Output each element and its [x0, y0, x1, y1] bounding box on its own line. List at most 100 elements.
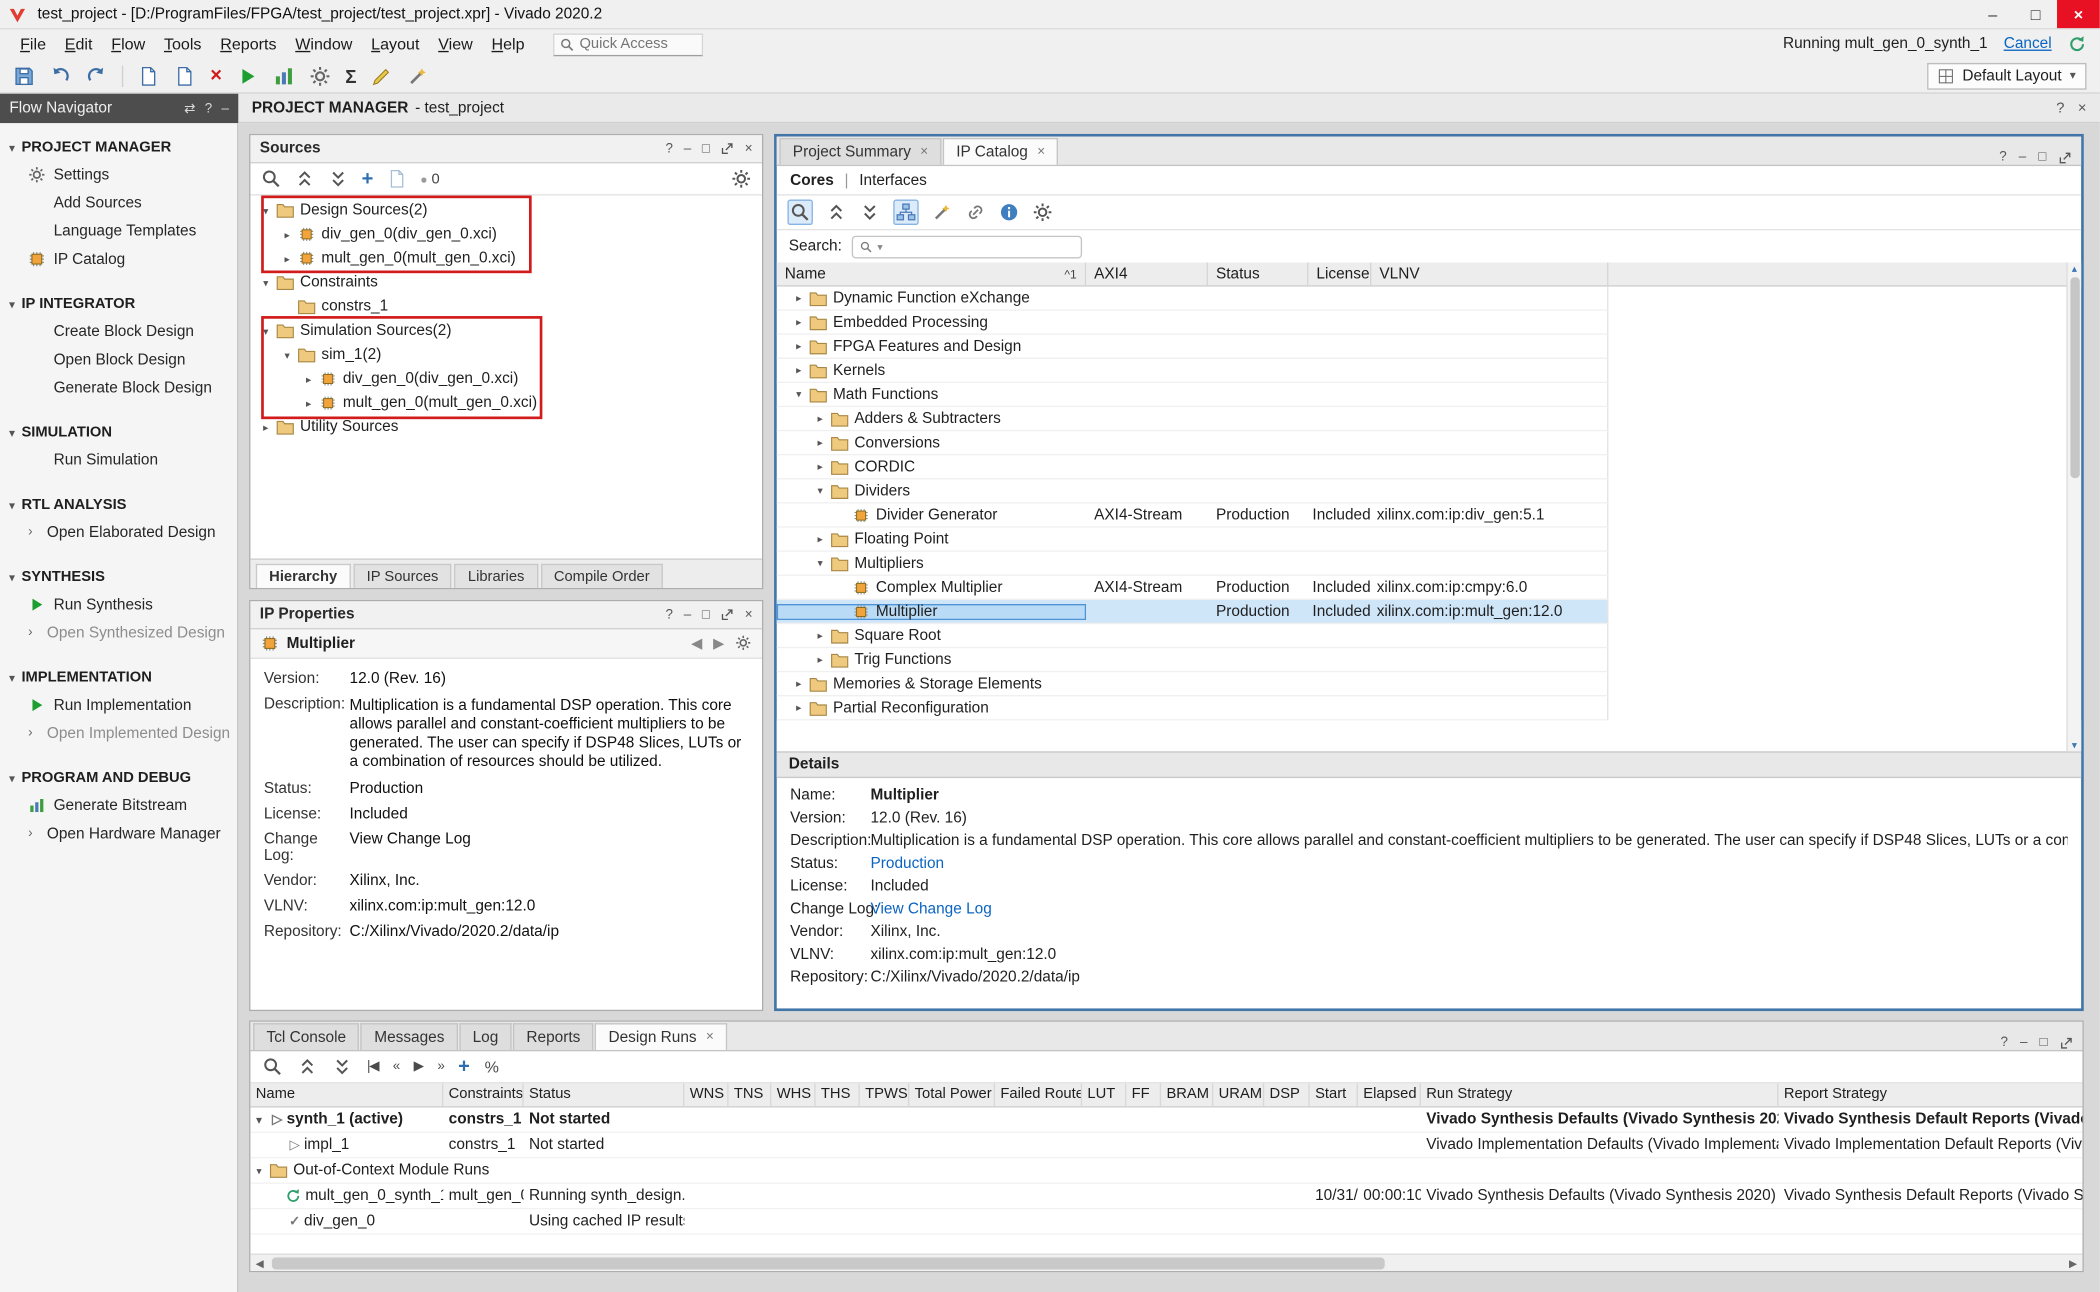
flownav-header-ip-integrator[interactable]: ▾ IP INTEGRATOR	[0, 291, 237, 318]
flownav-header-implementation[interactable]: ▾ IMPLEMENTATION	[0, 664, 237, 691]
info-icon[interactable]	[999, 202, 1019, 222]
subtab-cores[interactable]: Cores	[790, 172, 834, 188]
chevron-down-icon[interactable]: ▾	[279, 349, 296, 361]
flownav-item-run-simulation[interactable]: Run Simulation	[0, 446, 237, 474]
run-steps-icon[interactable]	[273, 65, 294, 86]
scrollbar-thumb[interactable]	[272, 1257, 1385, 1269]
tab-libraries[interactable]: Libraries	[454, 564, 537, 588]
float-icon[interactable]	[2058, 151, 2071, 164]
chevron-right-icon[interactable]: ▸	[812, 437, 829, 449]
cancel-link[interactable]: Cancel	[2004, 36, 2052, 52]
flownav-item-open-block-design[interactable]: Open Block Design	[0, 346, 237, 374]
minimize-icon[interactable]: –	[684, 141, 691, 156]
flownav-header-synthesis[interactable]: ▾ SYNTHESIS	[0, 564, 237, 591]
catalog-vertical-scrollbar[interactable]: ▴ ▾	[2066, 262, 2081, 751]
column-status[interactable]: Status	[524, 1083, 685, 1106]
tree-row-simulation-sources[interactable]: ▾ Simulation Sources (2)	[250, 319, 762, 343]
resume-run-icon[interactable]: ▶	[414, 1059, 423, 1074]
menu-help[interactable]: Help	[482, 32, 534, 56]
tree-row-div-gen-0[interactable]: ▸ div_gen_0 (div_gen_0.xci)	[250, 222, 762, 246]
chevron-right-icon[interactable]: ▸	[812, 412, 829, 424]
catalog-row[interactable]: ▸Trig Functions	[777, 648, 1609, 672]
gear-icon[interactable]	[731, 169, 751, 189]
tab-design-runs[interactable]: Design Runs ×	[595, 1023, 727, 1050]
run-row-ooc-module-runs[interactable]: ▾ Out-of-Context Module Runs	[250, 1158, 2082, 1183]
column-tpws[interactable]: TPWS	[860, 1083, 910, 1106]
flownav-item-open-implemented-design[interactable]: › Open Implemented Design	[0, 719, 237, 747]
flownav-item-settings[interactable]: Settings	[0, 161, 237, 189]
maximize-icon[interactable]: □	[702, 141, 710, 156]
catalog-row[interactable]: ▸Dynamic Function eXchange	[777, 287, 1609, 311]
close-icon[interactable]: ×	[706, 1030, 714, 1045]
close-icon[interactable]: ×	[1037, 145, 1045, 160]
save-project-icon[interactable]	[13, 65, 34, 86]
column-ths[interactable]: THS	[816, 1083, 860, 1106]
float-icon[interactable]	[2060, 1036, 2073, 1049]
flownav-item-open-synthesized-design[interactable]: › Open Synthesized Design	[0, 619, 237, 647]
help-icon[interactable]: ?	[2001, 1035, 2008, 1050]
tree-row-sim-mult-gen-0[interactable]: ▸ mult_gen_0 (mult_gen_0.xci)	[250, 391, 762, 415]
gear-icon[interactable]	[309, 65, 330, 86]
catalog-row[interactable]: ▸Conversions	[777, 431, 1609, 455]
menu-view[interactable]: View	[429, 32, 482, 56]
tree-row-utility-sources[interactable]: ▸ Utility Sources	[250, 415, 762, 439]
tab-reports[interactable]: Reports	[513, 1023, 594, 1050]
catalog-row[interactable]: ▸Adders & Subtracters	[777, 407, 1609, 431]
flownav-item-run-implementation[interactable]: Run Implementation	[0, 691, 237, 719]
chevron-right-icon[interactable]: ▸	[257, 421, 274, 433]
chevron-down-icon[interactable]: ▾	[257, 277, 274, 289]
maximize-icon[interactable]: □	[702, 607, 710, 622]
chevron-right-icon[interactable]: ▸	[812, 461, 829, 473]
tree-row-constrs-1[interactable]: constrs_1	[250, 295, 762, 319]
subtab-interfaces[interactable]: Interfaces	[859, 172, 927, 188]
column-name[interactable]: Name	[250, 1083, 443, 1106]
search-icon[interactable]	[790, 202, 810, 222]
close-icon[interactable]: ×	[745, 607, 753, 622]
previous-run-icon[interactable]: «	[393, 1059, 399, 1074]
menu-window[interactable]: Window	[286, 32, 362, 56]
chevron-down-icon[interactable]: ▾	[812, 557, 829, 569]
status-link[interactable]: Production	[350, 781, 424, 797]
redo-icon[interactable]	[86, 65, 107, 86]
flownav-item-run-synthesis[interactable]: Run Synthesis	[0, 591, 237, 619]
column-whs[interactable]: WHS	[771, 1083, 815, 1106]
report-icon[interactable]	[174, 65, 195, 86]
chevron-right-icon[interactable]: ▸	[300, 397, 317, 409]
chevron-down-icon[interactable]: ▾	[250, 1164, 267, 1176]
chevron-right-icon[interactable]: ›	[28, 525, 39, 540]
close-icon[interactable]: ×	[920, 145, 928, 160]
run-icon[interactable]	[237, 65, 258, 86]
chevron-right-icon[interactable]: ›	[28, 826, 39, 841]
chevron-right-icon[interactable]: ▸	[279, 252, 296, 264]
column-failed-routes[interactable]: Failed Routes	[995, 1083, 1082, 1106]
column-constraints[interactable]: Constraints	[443, 1083, 523, 1106]
flownav-item-open-hardware-manager[interactable]: › Open Hardware Manager	[0, 820, 237, 848]
catalog-row[interactable]: ▸Partial Reconfiguration	[777, 696, 1609, 720]
collapse-all-icon[interactable]	[297, 1057, 317, 1077]
add-sources-icon[interactable]: +	[362, 171, 374, 187]
menu-tools[interactable]: Tools	[155, 32, 211, 56]
tab-ip-sources[interactable]: IP Sources	[353, 564, 452, 588]
column-total-power[interactable]: Total Power	[909, 1083, 995, 1106]
maximize-icon[interactable]: □	[2038, 150, 2046, 165]
expand-all-icon[interactable]	[860, 202, 880, 222]
status-link[interactable]: Production	[870, 856, 944, 872]
help-icon[interactable]: ?	[205, 101, 212, 116]
catalog-search-box[interactable]: ▾	[851, 235, 1081, 258]
chevron-right-icon[interactable]: ▸	[812, 654, 829, 666]
column-license[interactable]: License	[1308, 262, 1371, 285]
flownav-item-generate-block-design[interactable]: Generate Block Design	[0, 374, 237, 402]
chevron-right-icon[interactable]: ▸	[812, 629, 829, 641]
column-status[interactable]: Status	[1208, 262, 1308, 285]
customize-icon[interactable]	[932, 202, 952, 222]
flownav-item-language-templates[interactable]: Language Templates	[0, 217, 237, 245]
menu-file[interactable]: File	[11, 32, 56, 56]
menu-reports[interactable]: Reports	[211, 32, 286, 56]
back-icon[interactable]: ◀	[691, 635, 702, 652]
help-icon[interactable]: ?	[666, 607, 673, 622]
column-name[interactable]: Name ^1	[777, 262, 1086, 285]
catalog-row[interactable]: ▸Square Root	[777, 624, 1609, 648]
catalog-row-complex-multiplier[interactable]: Complex Multiplier AXI4-Stream Productio…	[777, 576, 1609, 600]
gear-icon[interactable]	[735, 635, 751, 651]
column-run-strategy[interactable]: Run Strategy	[1421, 1083, 1779, 1106]
